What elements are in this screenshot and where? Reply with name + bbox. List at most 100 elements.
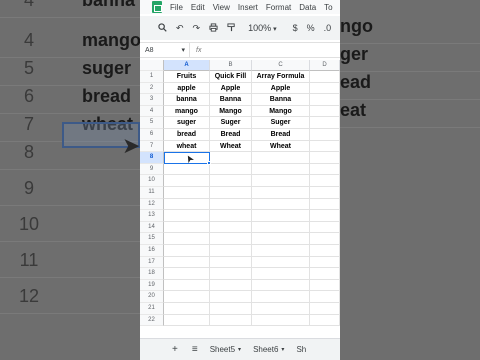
table-cell[interactable] xyxy=(310,198,340,211)
table-cell[interactable] xyxy=(252,187,310,199)
menu-file[interactable]: File xyxy=(170,3,183,12)
row-header[interactable]: 4 xyxy=(140,105,164,118)
table-cell[interactable] xyxy=(310,233,340,245)
table-cell[interactable] xyxy=(210,210,252,222)
table-cell[interactable] xyxy=(310,279,340,292)
column-header-d[interactable]: D xyxy=(310,60,340,71)
table-cell[interactable] xyxy=(164,163,210,176)
table-cell[interactable] xyxy=(310,105,340,118)
column-header-b[interactable]: B xyxy=(210,60,252,71)
table-cell[interactable] xyxy=(310,152,340,164)
redo-icon[interactable]: ↷ xyxy=(193,23,201,34)
table-cell[interactable] xyxy=(310,187,340,199)
table-cell[interactable] xyxy=(210,221,252,234)
table-cell[interactable] xyxy=(210,163,252,176)
table-cell[interactable]: wheat xyxy=(164,140,210,153)
table-cell[interactable] xyxy=(164,256,210,269)
table-cell[interactable] xyxy=(210,198,252,211)
tab-sheet5[interactable]: Sheet5 ▾ xyxy=(210,345,241,354)
fill-handle[interactable] xyxy=(207,160,211,165)
table-cell[interactable] xyxy=(210,291,252,303)
table-cell[interactable] xyxy=(310,245,340,257)
decimal-decrease-button[interactable]: .0 xyxy=(324,23,332,33)
name-box[interactable]: A8 ▾ xyxy=(140,43,190,57)
table-cell[interactable]: Mango xyxy=(252,105,310,118)
row-header[interactable]: 2 xyxy=(140,82,164,95)
table-cell[interactable] xyxy=(310,221,340,234)
table-cell[interactable] xyxy=(310,71,340,83)
table-cell[interactable] xyxy=(310,94,340,106)
search-icon[interactable] xyxy=(158,22,167,34)
column-header-c[interactable]: C xyxy=(252,60,310,71)
tab-sheet7[interactable]: Sh xyxy=(296,345,306,354)
row-header[interactable]: 11 xyxy=(140,187,164,199)
table-cell[interactable]: bread xyxy=(164,129,210,141)
table-cell[interactable] xyxy=(310,291,340,303)
tab-sheet6[interactable]: Sheet6 ▾ xyxy=(253,345,284,354)
menu-format[interactable]: Format xyxy=(266,3,291,12)
table-cell[interactable] xyxy=(310,117,340,129)
table-cell[interactable] xyxy=(210,314,252,327)
table-cell[interactable] xyxy=(164,175,210,187)
row-header[interactable]: 10 xyxy=(140,175,164,187)
row-header[interactable]: 12 xyxy=(140,198,164,211)
menu-data[interactable]: Data xyxy=(299,3,316,12)
row-header[interactable]: 15 xyxy=(140,233,164,245)
table-cell[interactable] xyxy=(210,175,252,187)
table-cell[interactable]: Apple xyxy=(252,82,310,95)
table-cell[interactable] xyxy=(310,82,340,95)
table-cell[interactable] xyxy=(164,233,210,245)
table-cell[interactable] xyxy=(310,129,340,141)
table-cell[interactable] xyxy=(164,245,210,257)
row-header[interactable]: 1 xyxy=(140,71,164,83)
paint-format-icon[interactable] xyxy=(227,22,236,34)
table-cell[interactable]: Suger xyxy=(252,117,310,129)
table-cell[interactable]: Bread xyxy=(210,129,252,141)
row-header[interactable]: 20 xyxy=(140,291,164,303)
table-cell[interactable] xyxy=(164,291,210,303)
row-header[interactable]: 16 xyxy=(140,245,164,257)
table-cell[interactable] xyxy=(310,256,340,269)
table-cell[interactable] xyxy=(252,198,310,211)
table-cell[interactable] xyxy=(252,163,310,176)
table-cell[interactable] xyxy=(210,268,252,280)
table-cell[interactable] xyxy=(252,152,310,164)
menu-view[interactable]: View xyxy=(213,3,230,12)
print-icon[interactable] xyxy=(209,22,218,34)
table-cell[interactable] xyxy=(210,256,252,269)
row-header[interactable]: 6 xyxy=(140,129,164,141)
row-header[interactable]: 17 xyxy=(140,256,164,269)
table-cell[interactable] xyxy=(210,279,252,292)
table-cell[interactable] xyxy=(164,187,210,199)
zoom-select[interactable]: 100% ▾ xyxy=(248,23,277,33)
table-cell[interactable]: Banna xyxy=(210,94,252,106)
table-cell[interactable] xyxy=(164,303,210,315)
table-cell[interactable] xyxy=(210,187,252,199)
spreadsheet-grid[interactable]: A B C D 1 Fruits Quick Fill Array Formula 2 apple… xyxy=(140,60,340,338)
table-cell[interactable] xyxy=(252,210,310,222)
table-cell[interactable] xyxy=(310,175,340,187)
table-cell[interactable] xyxy=(164,314,210,327)
table-cell[interactable] xyxy=(252,233,310,245)
column-header-a[interactable]: A xyxy=(164,60,210,71)
row-header[interactable]: 18 xyxy=(140,268,164,280)
add-sheet-icon[interactable]: + xyxy=(172,344,178,355)
menu-insert[interactable]: Insert xyxy=(238,3,258,12)
row-header[interactable]: 9 xyxy=(140,163,164,176)
all-sheets-icon[interactable]: ≡ xyxy=(192,344,198,355)
table-cell[interactable] xyxy=(210,303,252,315)
table-cell[interactable] xyxy=(210,152,252,164)
table-cell[interactable]: mango xyxy=(164,105,210,118)
row-header[interactable]: 21 xyxy=(140,303,164,315)
table-cell[interactable] xyxy=(310,303,340,315)
row-header[interactable]: 7 xyxy=(140,140,164,153)
table-cell[interactable]: banna xyxy=(164,94,210,106)
table-cell[interactable]: apple xyxy=(164,82,210,95)
table-cell[interactable] xyxy=(252,279,310,292)
table-cell[interactable]: Banna xyxy=(252,94,310,106)
percent-format-button[interactable]: % xyxy=(307,23,315,33)
table-cell[interactable]: Quick Fill xyxy=(210,71,252,83)
table-cell[interactable] xyxy=(310,314,340,327)
table-cell[interactable]: Array Formula xyxy=(252,71,310,83)
table-cell[interactable] xyxy=(252,303,310,315)
